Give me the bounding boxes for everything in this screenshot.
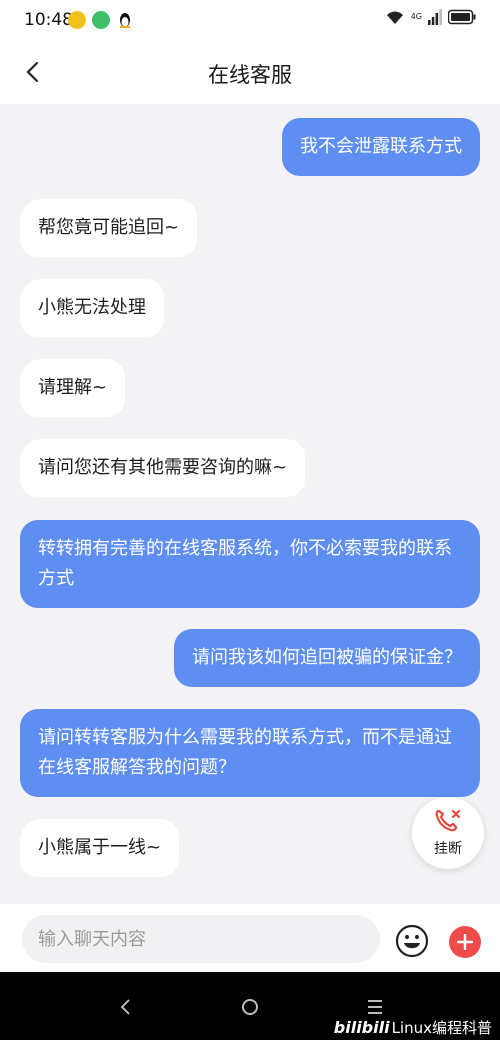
chat-app-icon	[92, 11, 110, 29]
hangup-label: 挂断	[434, 841, 462, 857]
nav-home-button[interactable]	[239, 996, 261, 1018]
nav-back-button[interactable]	[115, 996, 137, 1018]
plus-icon	[457, 934, 473, 950]
message-bubble: 请理解~	[20, 359, 126, 417]
qq-penguin-icon	[116, 11, 134, 29]
status-indicators: 4G	[385, 9, 476, 29]
signal-icon	[428, 9, 442, 29]
message-bubble: 转转拥有完善的在线客服系统，你不必索要我的联系方式	[20, 520, 480, 608]
status-bar: 10:48 4G	[0, 0, 500, 40]
add-button[interactable]	[449, 926, 481, 958]
message-bubble: 小熊无法处理	[20, 279, 164, 337]
message-bubble: 请问我该如何追回被骗的保证金？	[174, 629, 480, 687]
header: 在线客服	[0, 40, 500, 104]
watermark-text: Linux编程科普	[391, 1019, 492, 1037]
nav-back-icon	[120, 999, 130, 1015]
page-title: 在线客服	[208, 63, 292, 87]
message-bubble: 请问转转客服为什么需要我的联系方式，而不是通过在线客服解答我的问题？	[20, 709, 480, 797]
system-nav-bar: bilibili Linux编程科普	[0, 972, 500, 1040]
message-bubble: 小熊属于一线~	[20, 819, 180, 877]
nav-home-icon	[242, 999, 258, 1015]
smiley-icon	[395, 924, 429, 958]
message-bubble: 帮您竟可能追回~	[20, 199, 198, 257]
music-app-icon	[68, 11, 86, 29]
battery-icon	[447, 9, 476, 29]
watermark-brand: bilibili	[333, 1018, 390, 1037]
input-bar	[0, 904, 500, 972]
nav-menu-button[interactable]	[364, 996, 386, 1018]
phone-hangup-icon	[435, 809, 461, 832]
watermark: bilibili Linux编程科普	[334, 1017, 492, 1038]
network-type-label: 4G	[410, 12, 422, 21]
message-bubble: 我不会泄露联系方式	[282, 118, 480, 176]
status-time: 10:48	[24, 10, 73, 30]
chat-input[interactable]	[22, 915, 380, 963]
hangup-button[interactable]: 挂断	[412, 797, 484, 869]
chat-message-list[interactable]: 我不会泄露联系方式 帮您竟可能追回~ 小熊无法处理 请理解~ 请问您还有其他需要…	[0, 104, 500, 904]
nav-menu-icon	[368, 1000, 382, 1014]
message-bubble: 请问您还有其他需要咨询的嘛~	[20, 439, 306, 497]
wifi-icon	[385, 9, 405, 29]
emoji-button[interactable]	[395, 924, 429, 958]
